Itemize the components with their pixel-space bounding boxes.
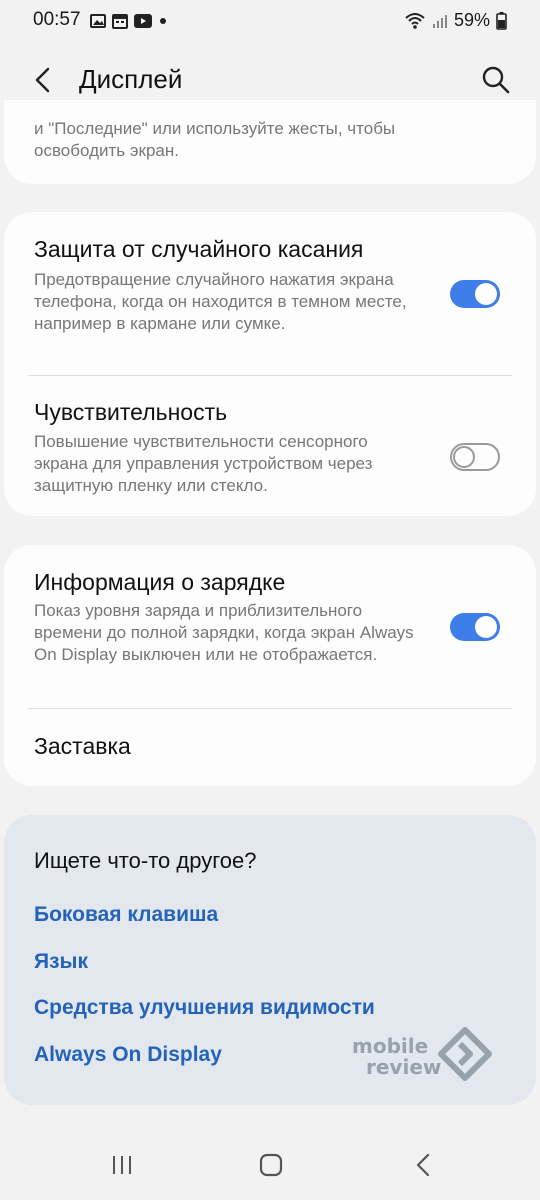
page-title: Дисплей xyxy=(79,64,183,94)
youtube-icon xyxy=(134,14,152,28)
watermark-line2: review xyxy=(366,1055,442,1079)
search-icon xyxy=(482,66,510,94)
diamond-logo-icon xyxy=(438,1027,492,1081)
navigation-bar xyxy=(0,1130,540,1200)
calendar-icon xyxy=(112,14,128,29)
accidental-touch-toggle[interactable] xyxy=(450,280,500,308)
settings-card-charging: Информация о зарядке Показ уровня заряда… xyxy=(4,545,536,786)
setting-description: Показ уровня заряда и приблизительного в… xyxy=(34,601,414,664)
suggestions-title: Ищете что-то другое? xyxy=(34,848,257,873)
sensitivity-toggle[interactable] xyxy=(450,443,500,471)
status-time: 00:57 xyxy=(33,9,81,30)
link-always-on-display[interactable]: Always On Display xyxy=(34,1043,222,1067)
back-nav-icon xyxy=(416,1153,430,1177)
system-icons: 59% xyxy=(404,10,507,31)
chevron-left-icon xyxy=(35,67,50,93)
setting-title: Заставка xyxy=(34,733,131,759)
battery-icon xyxy=(496,11,507,30)
link-side-key[interactable]: Боковая клавиша xyxy=(34,903,218,927)
setting-description: Предотвращение случайного нажатия экрана… xyxy=(34,270,407,333)
dot-icon xyxy=(160,18,166,24)
settings-card-touch: Защита от случайного касания Предотвраще… xyxy=(4,212,536,516)
status-bar: 00:57 59% xyxy=(0,0,540,44)
setting-title: Чувствительность xyxy=(34,399,228,425)
back-nav-button[interactable] xyxy=(408,1150,438,1180)
setting-description: Повышение чувствительности сенсорного эк… xyxy=(34,432,373,495)
home-icon xyxy=(259,1153,283,1177)
setting-row-screensaver[interactable]: Заставка xyxy=(4,709,536,786)
toggle-knob xyxy=(453,446,475,468)
setting-row-accidental-touch[interactable]: Защита от случайного касания Предотвраще… xyxy=(4,212,536,375)
recents-button[interactable] xyxy=(107,1150,137,1180)
watermark-line1: mobile xyxy=(352,1034,429,1058)
partial-description: и "Последние" или используйте жесты, что… xyxy=(34,119,396,160)
setting-title: Защита от случайного касания xyxy=(34,236,364,262)
search-button[interactable] xyxy=(480,64,512,96)
charging-info-toggle[interactable] xyxy=(450,613,500,641)
wifi-icon xyxy=(405,12,425,29)
notification-icons xyxy=(90,13,168,29)
home-button[interactable] xyxy=(256,1150,286,1180)
link-language[interactable]: Язык xyxy=(34,950,88,974)
setting-row-charging-info[interactable]: Информация о зарядке Показ уровня заряда… xyxy=(4,545,536,708)
toggle-knob xyxy=(475,616,497,638)
recents-icon xyxy=(113,1156,131,1174)
battery-percent: 59% xyxy=(453,10,490,30)
toggle-knob xyxy=(475,283,497,305)
gallery-icon xyxy=(90,14,106,28)
back-button[interactable] xyxy=(28,64,60,96)
mobile-review-watermark: mobile review xyxy=(352,1025,492,1085)
signal-icon xyxy=(432,14,447,28)
setting-row-sensitivity[interactable]: Чувствительность Повышение чувствительно… xyxy=(4,376,536,516)
settings-card-partial: и "Последние" или используйте жесты, что… xyxy=(4,100,536,184)
link-visibility[interactable]: Средства улучшения видимости xyxy=(34,996,375,1020)
setting-title: Информация о зарядке xyxy=(34,569,286,595)
